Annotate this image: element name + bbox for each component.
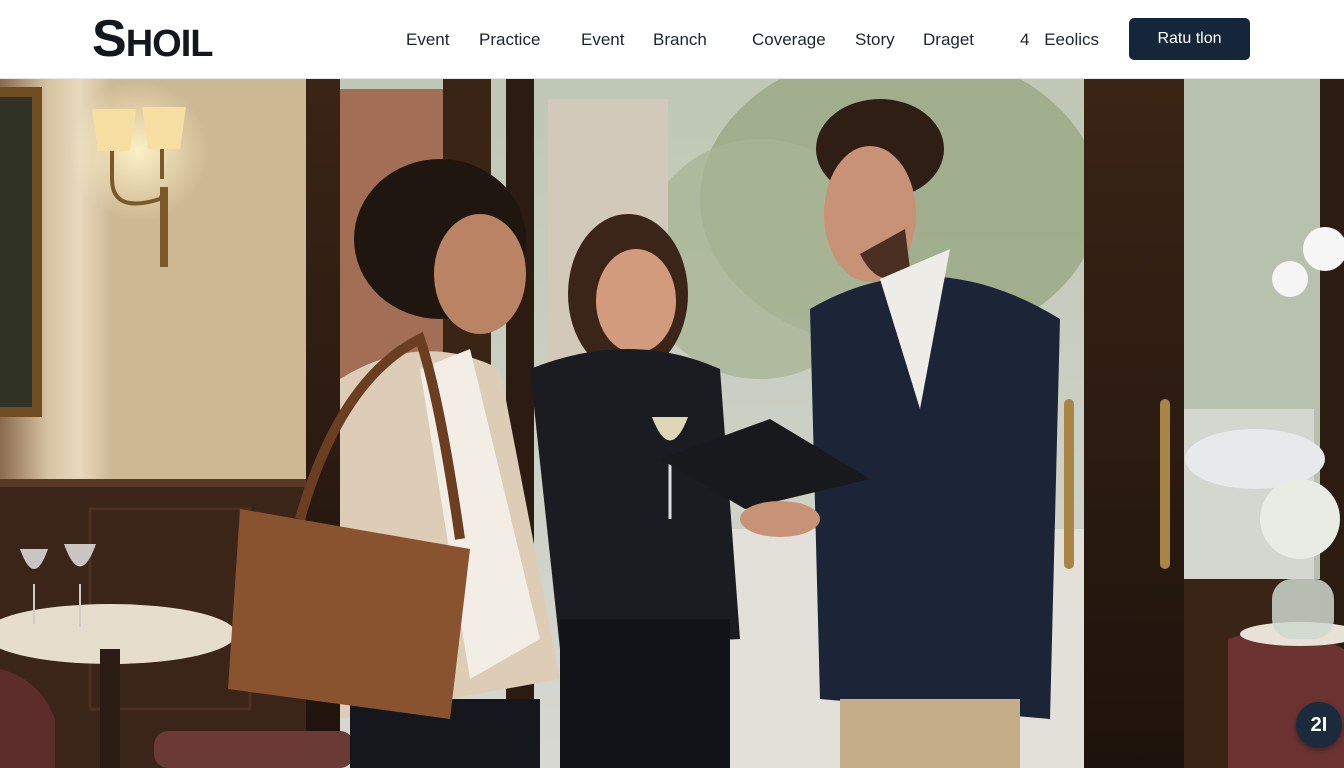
nav-item-coverage[interactable]: Coverage <box>752 29 826 51</box>
hero-scene <box>0 79 1344 768</box>
chat-fab-button[interactable]: 2I <box>1296 702 1342 748</box>
nav-item-draget[interactable]: Draget <box>923 29 974 51</box>
cta-button[interactable]: Ratu tlon <box>1129 18 1250 60</box>
chat-icon: 2I <box>1310 713 1328 736</box>
nav-item-event[interactable]: Event <box>406 29 449 51</box>
nav-item-event-2[interactable]: Event <box>581 29 624 51</box>
site-header: S HOIL Event Practice Event Branch Cover… <box>0 0 1344 79</box>
cart-count: 4 <box>1020 30 1030 49</box>
hero-image <box>0 79 1344 768</box>
cart-link[interactable]: 4 Eeolics <box>1020 29 1099 51</box>
nav-item-practice[interactable]: Practice <box>479 29 540 51</box>
nav-item-story[interactable]: Story <box>855 29 895 51</box>
nav-item-branch[interactable]: Branch <box>653 29 707 51</box>
cart-label: Eeolics <box>1044 30 1100 49</box>
